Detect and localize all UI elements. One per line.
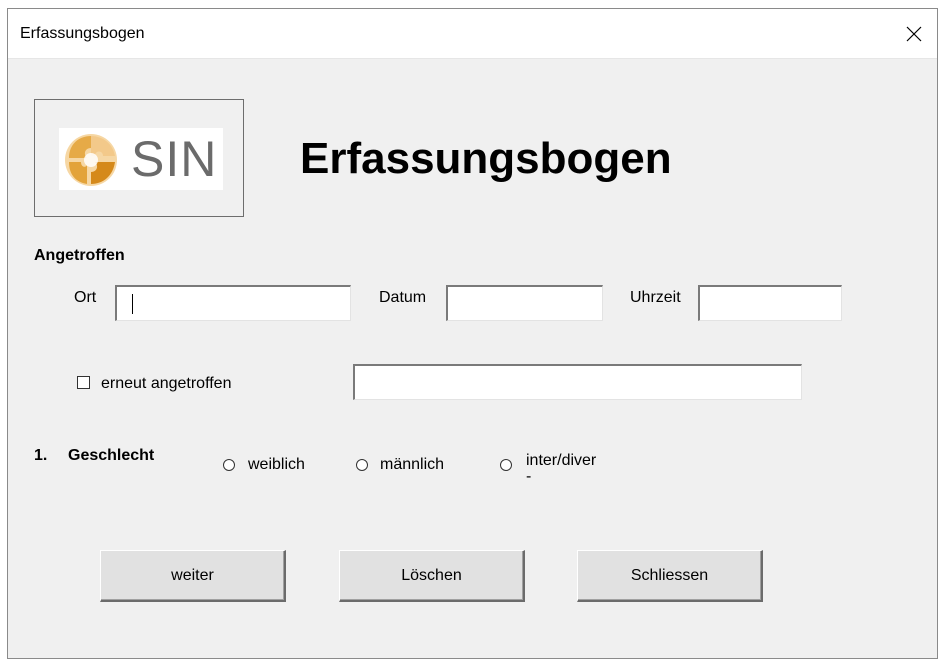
radio-label-inter-divers: inter/diver [526,452,597,469]
question-label-geschlecht: Geschlecht [68,447,155,464]
weiter-button[interactable]: weiter [100,550,286,602]
datum-input[interactable] [446,285,603,321]
logo-frame: SIN [34,99,244,217]
text-caret [132,294,133,314]
logo: SIN [59,128,223,190]
window-title: Erfassungsbogen [20,25,145,42]
close-icon [906,26,922,41]
erneut-angetroffen-checkbox[interactable] [77,376,90,389]
radio-inter-divers[interactable] [500,459,512,471]
radio-label-weiblich: weiblich [248,456,305,473]
loeschen-button[interactable]: Löschen [339,550,525,602]
uhrzeit-label: Uhrzeit [630,289,681,306]
close-button[interactable] [891,9,937,58]
erneut-angetroffen-input[interactable] [353,364,802,400]
puzzle-logo-icon [65,134,117,186]
erneut-angetroffen-label: erneut angetroffen [101,375,232,392]
radio-weiblich[interactable] [223,459,235,471]
datum-label: Datum [379,289,427,306]
radio-maennlich[interactable] [356,459,368,471]
radio-label-maennlich: männlich [380,456,445,473]
section-label-angetroffen: Angetroffen [34,247,125,264]
title-bar: Erfassungsbogen [8,9,937,59]
radio-label-inter-divers-wrap: - [526,468,532,485]
ort-input[interactable] [115,285,351,321]
uhrzeit-input[interactable] [698,285,842,321]
logo-text: SIN [131,131,218,187]
ort-label: Ort [74,289,97,306]
dialog-window: Erfassungsbogen SIN Erfassungsbogen Ange… [7,8,938,659]
schliessen-button[interactable]: Schliessen [577,550,763,602]
question-number: 1. [34,447,48,464]
page-title: Erfassungsbogen [300,134,672,183]
